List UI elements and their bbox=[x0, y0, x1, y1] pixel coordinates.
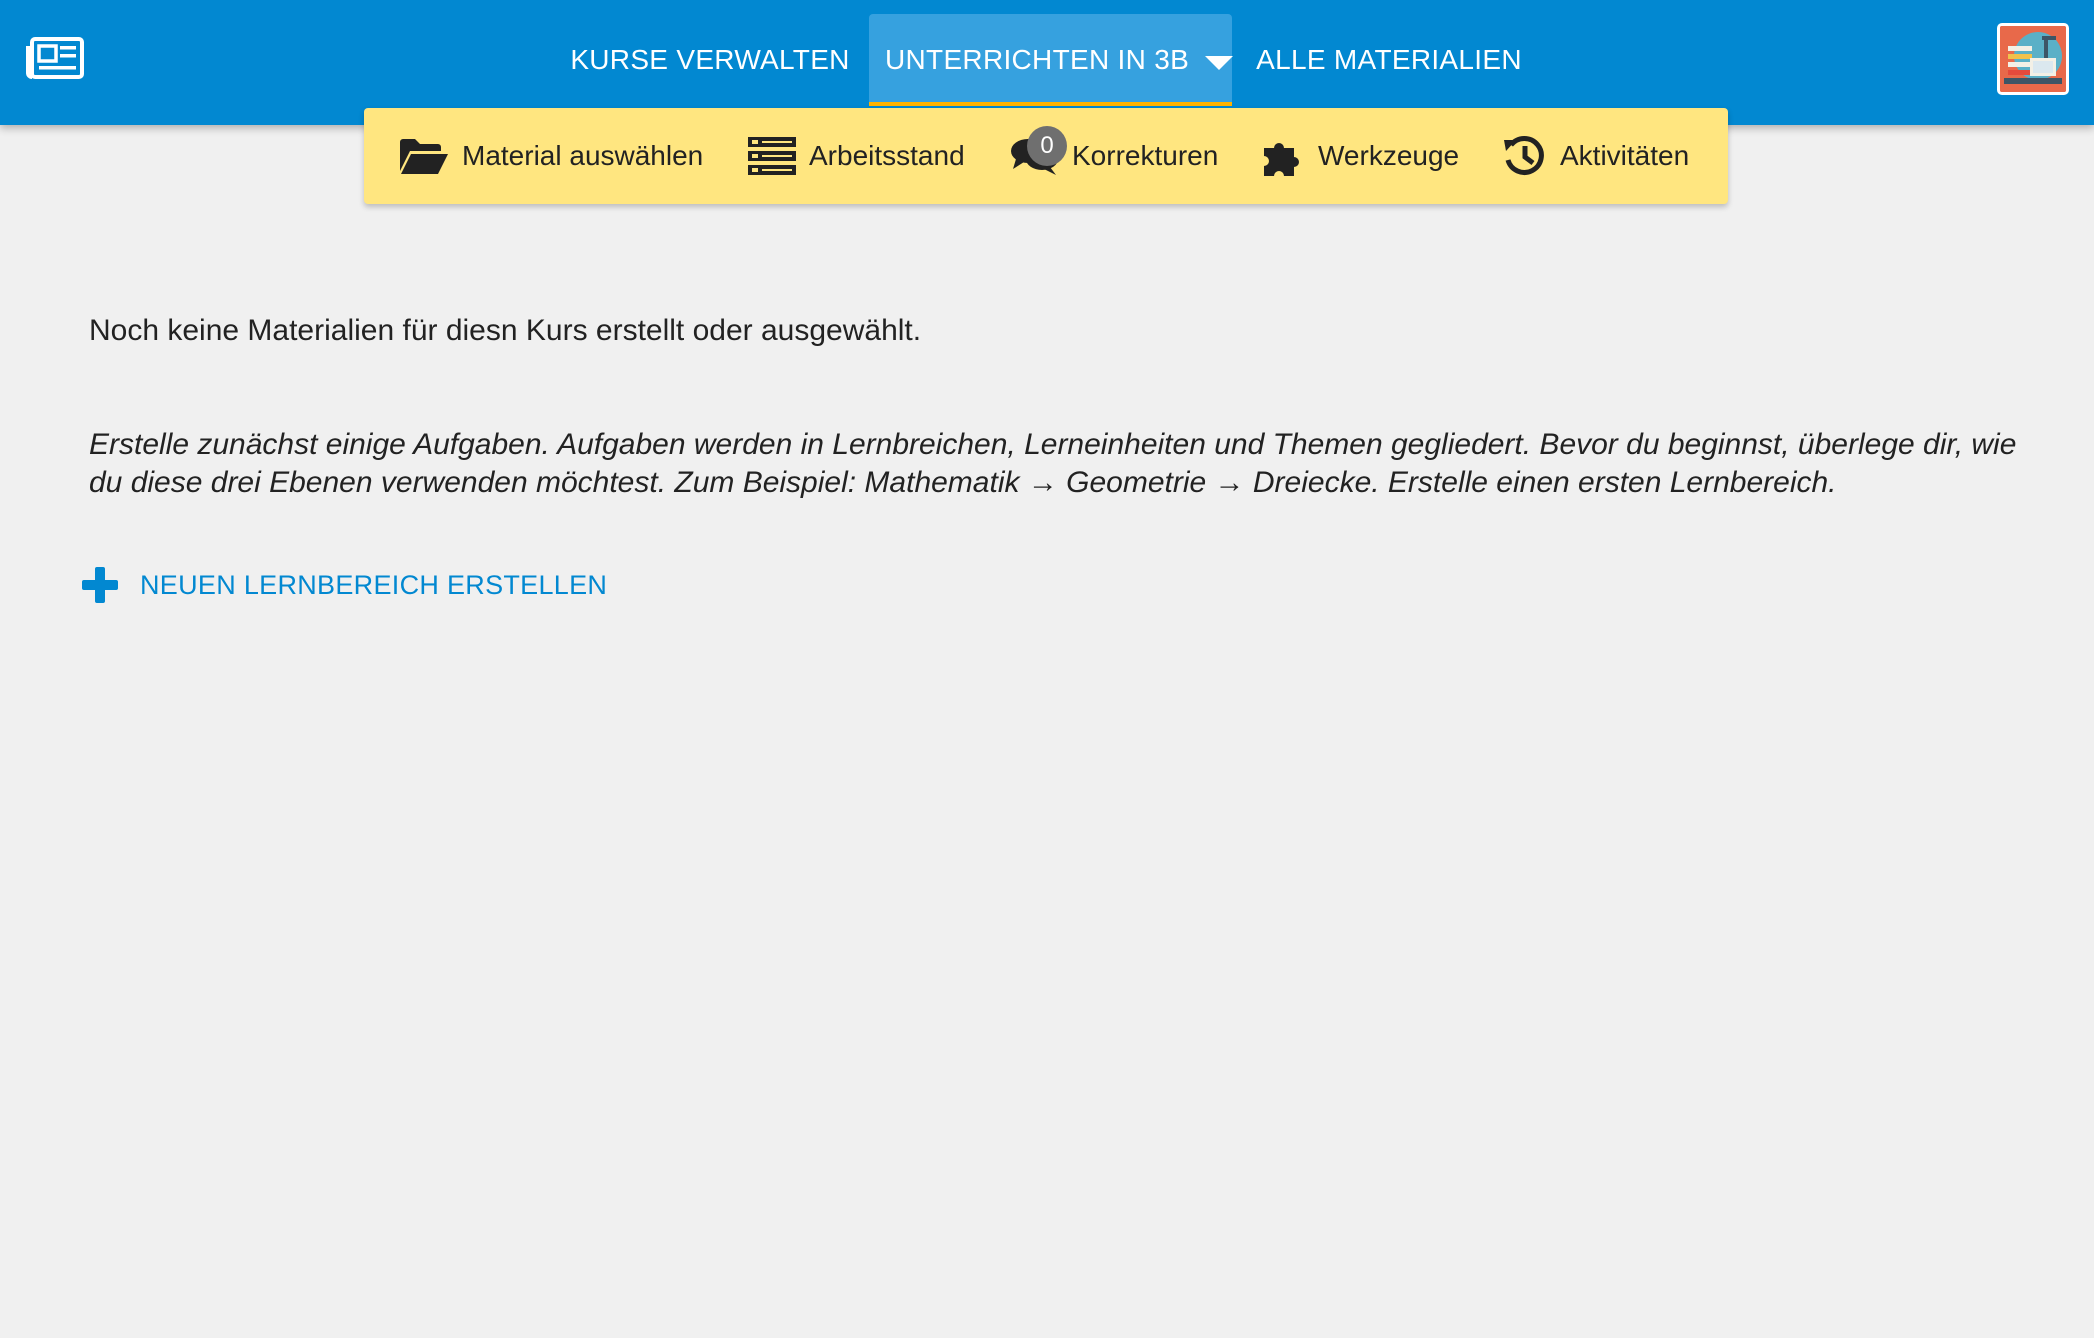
nav-label: KURSE VERWALTEN bbox=[570, 44, 850, 75]
subnav-label: Arbeitsstand bbox=[809, 140, 965, 171]
subnav-material-auswaehlen[interactable]: Material auswählen bbox=[398, 108, 703, 204]
plus-icon bbox=[82, 567, 118, 603]
toolbar-secondary: Material auswählen Arbeitsstand Korrektu… bbox=[364, 108, 1728, 204]
history-icon bbox=[1504, 136, 1544, 175]
server-list-icon bbox=[748, 137, 796, 175]
create-button-label: NEUEN LERNBEREICH ERSTELLEN bbox=[140, 569, 608, 600]
puzzle-icon bbox=[1264, 143, 1299, 176]
nav-unterrichten-dropdown[interactable]: UNTERRICHTEN IN 3B bbox=[869, 14, 1234, 106]
folder-open-icon bbox=[400, 139, 448, 174]
subnav-werkzeuge[interactable]: Werkzeuge bbox=[1260, 108, 1459, 204]
subnav-label: Material auswählen bbox=[462, 140, 704, 171]
corrections-count-badge: 0 bbox=[1027, 126, 1067, 166]
nav-label: ALLE MATERIALIEN bbox=[1256, 44, 1522, 75]
subnav-arbeitsstand[interactable]: Arbeitsstand bbox=[747, 108, 965, 204]
create-learning-area-button[interactable]: NEUEN LERNBEREICH ERSTELLEN bbox=[80, 563, 607, 607]
top-app-bar: KURSE VERWALTEN UNTERRICHTEN IN 3B ALLE … bbox=[0, 0, 2094, 125]
user-avatar[interactable] bbox=[1997, 23, 2069, 95]
empty-state-message: Noch keine Materialien für diesn Kurs er… bbox=[89, 314, 922, 347]
nav-alle-materialien[interactable]: ALLE MATERIALIEN bbox=[1250, 14, 1528, 106]
subnav-label: Aktivitäten bbox=[1560, 140, 1690, 171]
active-tab-indicator bbox=[869, 102, 1232, 106]
newspaper-icon[interactable] bbox=[26, 36, 90, 84]
nav-kurse-verwalten[interactable]: KURSE VERWALTEN bbox=[570, 14, 850, 106]
subnav-aktivitaeten[interactable]: Aktivitäten bbox=[1502, 108, 1689, 204]
subnav-label: Korrekturen bbox=[1072, 140, 1219, 171]
nav-label: UNTERRICHTEN IN 3B bbox=[885, 44, 1190, 75]
caret-down-icon bbox=[1205, 56, 1234, 70]
subnav-label: Werkzeuge bbox=[1318, 140, 1460, 171]
getting-started-hint: Erstelle zunächst einige Aufgaben. Aufga… bbox=[89, 428, 2017, 499]
